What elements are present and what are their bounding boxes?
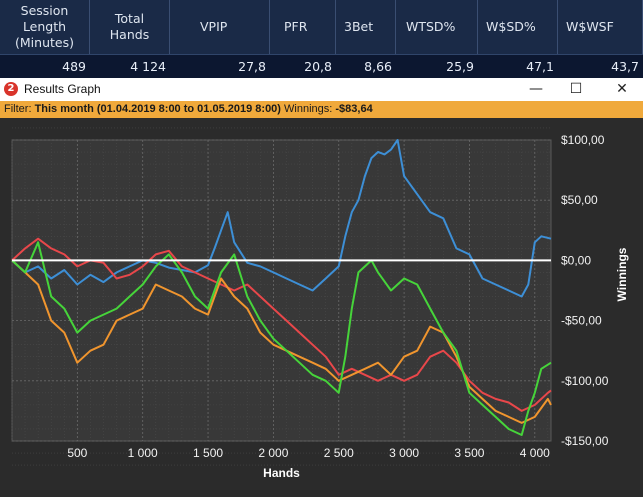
x-tick-label: 3 000 (389, 446, 419, 460)
x-tick-label: 4 000 (520, 446, 550, 460)
stats-value-three_bet: 8,66 (364, 59, 392, 74)
stats-value-session_length: 489 (62, 59, 86, 74)
stats-header-label: Length (22, 19, 67, 34)
filter-label: Filter: (4, 103, 32, 115)
stats-header-wsd[interactable]: W$SD% (478, 0, 558, 54)
results-chart: $100,00 $50,00 $0,00 -$50,00 -$100,00 -$150,0… (11, 115, 629, 480)
stats-header-label: W$WSF (566, 19, 614, 34)
stats-header-row: Session Length (Minutes) Total Hands VPIP PFR 3… (0, 0, 643, 55)
y-tick-label: -$50,00 (561, 314, 602, 328)
stats-table: Session Length (Minutes) Total Hands VPIP PFR 3… (0, 0, 643, 78)
x-tick-label: 1 500 (193, 446, 223, 460)
stats-header-label: Session (20, 3, 69, 18)
stats-value-row: 489 4 124 27,8 20,8 8,66 25,9 47,1 43,7 (0, 55, 643, 78)
x-tick-label: 2 500 (324, 446, 354, 460)
stats-header-label: W$SD% (486, 19, 536, 34)
stats-header-label: (Minutes) (15, 35, 74, 50)
y-tick-label: $100,00 (561, 133, 605, 147)
filter-bar[interactable]: Filter: This month (01.04.2019 8:00 to 0… (0, 101, 643, 118)
x-tick-label: 1 000 (128, 446, 158, 460)
window-title: Results Graph (24, 82, 101, 96)
x-tick-label: 2 000 (258, 446, 288, 460)
stats-header-label: PFR (284, 19, 308, 34)
stats-header-vpip[interactable]: VPIP (170, 0, 270, 54)
stats-value-wswsf: 43,7 (611, 59, 639, 74)
x-tick-label: 500 (67, 446, 87, 460)
y-tick-label: -$150,00 (561, 434, 609, 448)
plot-background (11, 139, 552, 442)
stats-value-wsd: 47,1 (526, 59, 554, 74)
minimize-button[interactable]: — (518, 78, 554, 101)
stats-value-total_hands: 4 124 (130, 59, 166, 74)
stats-value-pfr: 20,8 (304, 59, 332, 74)
stats-header-wtsd[interactable]: WTSD% (396, 0, 478, 54)
stats-header-label: 3Bet (344, 19, 374, 34)
y-tick-label: $50,00 (561, 193, 598, 207)
x-axis-label: Hands (263, 466, 300, 480)
y-tick-label: -$100,00 (561, 374, 609, 388)
stats-header-session_length[interactable]: Session Length (Minutes) (0, 0, 90, 54)
stats-value-wtsd: 25,9 (446, 59, 474, 74)
stats-value-vpip: 27,8 (238, 59, 266, 74)
stats-header-label: VPIP (200, 19, 228, 34)
winnings-value: -$83,64 (335, 103, 373, 115)
x-tick-label: 3 500 (454, 446, 484, 460)
title-bar[interactable]: 2 Results Graph — ☐ ✕ (0, 78, 643, 101)
app-logo-icon: 2 (4, 82, 18, 96)
stats-header-label: WTSD% (406, 19, 456, 34)
stats-header-three_bet[interactable]: 3Bet (336, 0, 396, 54)
maximize-button[interactable]: ☐ (558, 78, 594, 101)
stats-header-pfr[interactable]: PFR (270, 0, 336, 54)
close-button[interactable]: ✕ (604, 78, 640, 101)
chart-area: $100,00 $50,00 $0,00 -$50,00 -$100,00 -$150,0… (0, 115, 643, 493)
stats-header-label: Total (114, 11, 145, 26)
stats-header-label: Hands (109, 27, 150, 42)
y-axis-label: Winnings (615, 247, 629, 301)
results-graph-window: 2 Results Graph — ☐ ✕ Filter: This month… (0, 78, 643, 493)
stats-header-total_hands[interactable]: Total Hands (90, 0, 170, 54)
winnings-label: Winnings: (284, 103, 333, 115)
stats-header-wswsf[interactable]: W$WSF (558, 0, 643, 54)
filter-range: This month (01.04.2019 8:00 to 01.05.201… (34, 103, 281, 115)
y-tick-label: $0,00 (561, 253, 591, 267)
